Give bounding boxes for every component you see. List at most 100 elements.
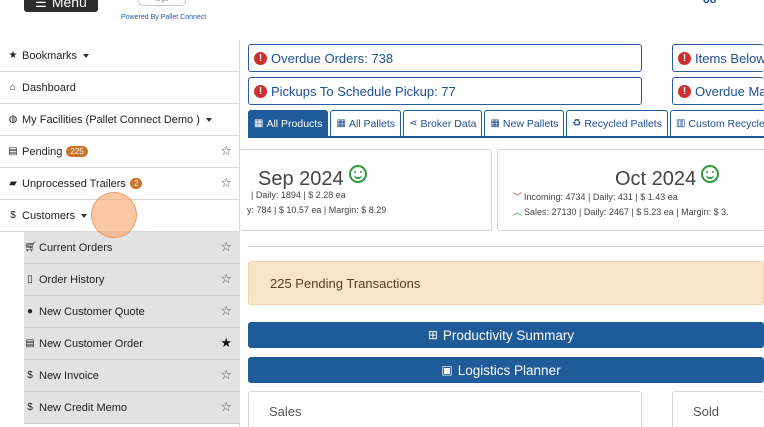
powered-by-text: Powered By Pallet Connect xyxy=(121,14,207,21)
sidebar-subitem-new-customer-order[interactable]: ▤ New Customer Order ★ xyxy=(24,328,240,360)
sidebar-item-label: My Facilities (Pallet Connect Demo ) xyxy=(22,113,200,126)
tab-recycled-pallets[interactable]: ♻ Recycled Pallets xyxy=(566,110,668,136)
company-logo: logo xyxy=(138,0,186,6)
exclamation-icon: ! xyxy=(254,84,267,98)
menu-button-label: Menu xyxy=(51,0,87,10)
top-header: ☰ Menu logo Powered By Pallet Connect oo xyxy=(0,0,764,40)
sidebar-item-dashboard[interactable]: ⌂ Dashboard xyxy=(0,72,240,104)
sales-panel: Sales xyxy=(248,391,642,427)
month-card-sep: Sep 2024 | Daily: 1894 | $ 2.28 ea y: 78… xyxy=(240,149,492,231)
clipboard-icon: ▤ xyxy=(8,146,18,157)
caret-down-icon xyxy=(205,117,212,122)
pickups-alert[interactable]: ! Pickups To Schedule Pickup: 77 xyxy=(248,77,642,105)
sidebar-item-bookmarks[interactable]: ★ Bookmarks xyxy=(0,40,240,72)
pending-transactions-banner[interactable]: 225 Pending Transactions xyxy=(248,261,764,305)
panel-title: Sales xyxy=(269,404,302,419)
logistics-planner-button[interactable]: ▣ Logistics Planner xyxy=(248,357,764,383)
exclamation-icon: ! xyxy=(678,51,691,65)
table-icon: ⊞ xyxy=(427,328,438,342)
month-stat-line1: ﹀ Incoming: 4734 | Daily: 431 | $ 1.43 ea xyxy=(513,190,678,203)
button-label: Productivity Summary xyxy=(442,327,575,343)
month-title-text: Oct 2024 xyxy=(615,168,697,190)
sidebar-item-label: New Customer Quote xyxy=(39,305,145,318)
tab-label: New Pallets xyxy=(502,117,559,130)
button-label: Logistics Planner xyxy=(457,362,561,378)
month-stat-line1: | Daily: 1894 | $ 2.28 ea xyxy=(251,190,346,200)
caret-down-icon xyxy=(81,213,88,218)
bookmark-star-icon[interactable]: ☆ xyxy=(220,240,232,253)
sidebar-subitem-current-orders[interactable]: 🛒︎ Current Orders ☆ xyxy=(24,232,240,264)
month-stat-line2: y: 784 | $ 10.57 ea | Margin: $ 8.29 xyxy=(247,205,387,215)
month-title: Oct 2024 xyxy=(615,165,720,191)
comment-icon: ● xyxy=(26,306,34,317)
sidebar-item-label: Pending xyxy=(22,145,63,158)
tab-new-pallets[interactable]: ▦ New Pallets xyxy=(484,110,565,136)
sidebar-item-my-facilities[interactable]: ◍ My Facilities (Pallet Connect Demo ) xyxy=(0,104,240,136)
tab-underline xyxy=(248,136,764,138)
divider xyxy=(248,246,764,247)
boxes-icon: ▦ xyxy=(336,118,346,129)
tab-label: All Pallets xyxy=(348,117,396,130)
exclamation-icon: ! xyxy=(254,51,267,65)
bookmark-star-icon[interactable]: ☆ xyxy=(220,176,232,189)
sidebar-item-label: Dashboard xyxy=(22,81,76,94)
productivity-summary-button[interactable]: ⊞ Productivity Summary xyxy=(248,322,764,348)
boxes-icon: ▦ xyxy=(254,118,264,129)
bookmarked-star-icon[interactable]: ★ xyxy=(220,336,232,349)
globe-icon: ◍ xyxy=(8,114,18,125)
sidebar-item-pending[interactable]: ▤ Pending 225 ☆ xyxy=(0,136,240,168)
chart-icon: ▥ xyxy=(675,118,686,129)
header-right-text: oo xyxy=(703,0,717,6)
month-stat-line2: ︿ Sales: 27130 | Daily: 2467 | $ 5.23 ea … xyxy=(513,205,729,218)
bookmark-star-icon[interactable]: ☆ xyxy=(220,368,232,381)
product-tabs: ▦ All Products ▦ All Pallets ⋖ Broker Da… xyxy=(248,110,764,136)
bookmark-star-icon[interactable]: ☆ xyxy=(220,304,232,317)
month-card-oct: Oct 2024 ﹀ Incoming: 4734 | Daily: 431 | … xyxy=(497,149,764,231)
recycle-icon: ♻ xyxy=(572,118,582,129)
month-stat-text: Incoming: 4734 | Daily: 431 | $ 1.43 ea xyxy=(524,192,678,202)
exclamation-icon: ! xyxy=(678,84,691,98)
sidebar-subitem-new-invoice[interactable]: $ New Invoice ☆ xyxy=(24,360,240,392)
sidebar-item-label: Current Orders xyxy=(39,241,113,254)
arrow-up-icon: ︿ xyxy=(513,207,523,217)
click-indicator xyxy=(91,192,137,238)
caret-down-icon xyxy=(83,53,90,58)
items-below-alert[interactable]: ! Items Below xyxy=(672,44,764,72)
menu-button[interactable]: ☰ Menu xyxy=(24,0,98,12)
dollar-icon: $ xyxy=(27,402,33,413)
sidebar-item-label: Bookmarks xyxy=(22,49,78,62)
smile-icon xyxy=(348,165,367,183)
home-icon: ⌂ xyxy=(9,82,17,93)
share-icon: ⋖ xyxy=(409,118,418,129)
sidebar-item-label: New Invoice xyxy=(39,369,99,382)
trailers-count-badge: 2 xyxy=(129,178,143,189)
month-title-text: Sep 2024 xyxy=(258,168,344,190)
cart-icon: 🛒︎ xyxy=(24,242,37,253)
bookmark-star-icon[interactable]: ☆ xyxy=(220,144,232,157)
list-icon: ▤ xyxy=(25,338,35,349)
tab-custom-recycle[interactable]: ▥ Custom Recycle xyxy=(669,110,764,136)
calendar-check-icon: ▣ xyxy=(441,363,453,377)
sidebar-subitem-new-credit-memo[interactable]: $ New Credit Memo ☆ xyxy=(24,392,240,424)
alert-text: Pickups To Schedule Pickup: 77 xyxy=(271,83,456,99)
overdue-maintenance-alert[interactable]: ! Overdue Ma xyxy=(672,77,764,105)
tab-all-products[interactable]: ▦ All Products xyxy=(248,110,329,136)
sidebar-item-label: New Customer Order xyxy=(39,337,143,350)
alert-text: Overdue Ma xyxy=(695,83,764,99)
sidebar-subitem-order-history[interactable]: ▯ Order History ☆ xyxy=(24,264,240,296)
sold-panel: Sold xyxy=(672,391,764,427)
tab-label: Broker Data xyxy=(420,117,477,130)
smile-icon xyxy=(701,165,720,183)
sidebar-item-label: Customers xyxy=(22,209,76,222)
bookmark-star-icon[interactable]: ☆ xyxy=(220,272,232,285)
sidebar-item-label: Order History xyxy=(39,273,105,286)
bookmark-star-icon[interactable]: ☆ xyxy=(220,400,232,413)
file-icon: ▯ xyxy=(27,274,33,285)
sidebar-item-label: New Credit Memo xyxy=(39,401,128,414)
overdue-orders-alert[interactable]: ! Overdue Orders: 738 xyxy=(248,44,642,72)
tab-broker-data[interactable]: ⋖ Broker Data xyxy=(403,110,483,136)
sidebar-subitem-new-customer-quote[interactable]: ● New Customer Quote ☆ xyxy=(24,296,240,328)
arrow-down-icon: ﹀ xyxy=(513,192,523,202)
tab-all-pallets[interactable]: ▦ All Pallets xyxy=(330,110,402,136)
hamburger-icon: ☰ xyxy=(35,0,47,10)
